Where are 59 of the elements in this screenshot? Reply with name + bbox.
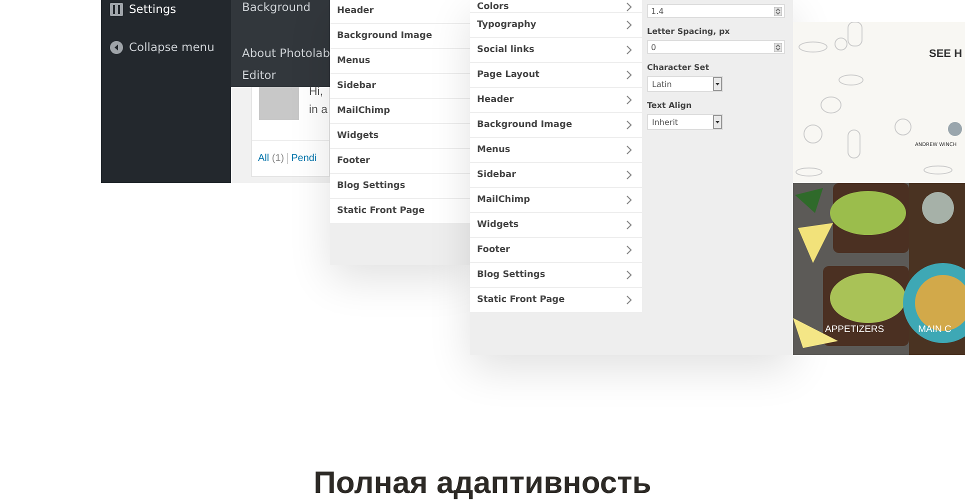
section-item[interactable]: Colors	[470, 0, 642, 13]
submenu-item[interactable]: Background	[242, 0, 330, 18]
section-item[interactable]: Header	[470, 88, 642, 113]
menu-item[interactable]: Settings	[129, 2, 176, 16]
section-item[interactable]: MailChimp	[470, 188, 642, 213]
chevron-right-icon	[626, 120, 632, 130]
comment-text: Hi,	[309, 85, 324, 100]
section-item[interactable]: Blog Settings	[330, 174, 470, 199]
section-item[interactable]: Static Front Page	[470, 288, 642, 313]
chevron-right-icon	[626, 145, 632, 155]
select-field[interactable]: Latin	[647, 76, 723, 92]
spinner-icon	[774, 42, 782, 52]
section-item[interactable]: Header	[330, 0, 470, 24]
menu-item[interactable]: Collapse menu	[129, 40, 214, 54]
sliders-icon[interactable]	[110, 2, 123, 16]
chevron-right-icon	[626, 45, 632, 55]
chevron-right-icon	[626, 220, 632, 230]
section-heading: SEE H	[929, 48, 962, 60]
section-item[interactable]: Menus	[330, 49, 470, 74]
section-item[interactable]: Footer	[470, 238, 642, 263]
submenu-item[interactable]: Editor	[242, 64, 330, 86]
section-item[interactable]: Page Layout	[470, 63, 642, 88]
section-item[interactable]: Background Image	[470, 113, 642, 138]
submenu-item[interactable]: About Photolab	[242, 42, 330, 64]
section-item[interactable]: Typography	[470, 13, 642, 38]
chevron-right-icon	[626, 270, 632, 280]
chevron-right-icon	[626, 295, 632, 305]
section-item[interactable]: Footer	[330, 149, 470, 174]
section-item[interactable]: Static Front Page	[330, 199, 470, 224]
category-title[interactable]: APPETIZERS	[825, 324, 884, 335]
field-label: Character Set	[647, 63, 710, 72]
number-field[interactable]: 0	[647, 40, 785, 54]
chevron-right-icon	[626, 95, 632, 105]
collapse-icon[interactable]	[110, 40, 123, 54]
chevron-right-icon	[626, 245, 632, 255]
section-item[interactable]: Sidebar	[330, 74, 470, 99]
section-item[interactable]: Menus	[470, 138, 642, 163]
section-item[interactable]: Widgets	[470, 213, 642, 238]
dropdown-icon	[713, 115, 722, 129]
dropdown-icon	[713, 77, 722, 91]
field-label: Letter Spacing, px	[647, 27, 731, 36]
section-item[interactable]: MailChimp	[330, 99, 470, 124]
section-item[interactable]: Sidebar	[470, 163, 642, 188]
avatar-icon	[259, 87, 299, 120]
filter-link[interactable]: Pendi	[291, 153, 317, 164]
select-field[interactable]: Inherit	[647, 114, 723, 130]
chevron-right-icon	[626, 170, 632, 180]
number-field[interactable]: 1.4	[647, 4, 785, 18]
comment-text: in a	[309, 103, 328, 118]
spinner-icon	[774, 6, 782, 16]
section-item[interactable]: Blog Settings	[470, 263, 642, 288]
page-headline: Полная адаптивность	[312, 466, 652, 500]
section-item[interactable]: Social links	[470, 38, 642, 63]
field-label: Text Align	[647, 101, 693, 110]
section-item[interactable]: Background Image	[330, 24, 470, 49]
chevron-right-icon	[626, 195, 632, 205]
section-item[interactable]: Widgets	[330, 124, 470, 149]
filter-link[interactable]: All (1)	[258, 153, 284, 164]
chevron-right-icon	[626, 70, 632, 80]
